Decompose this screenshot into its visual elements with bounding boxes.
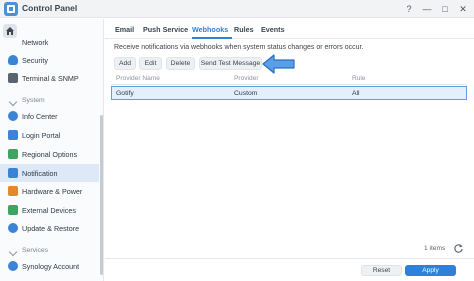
help-icon[interactable]: ? [402, 2, 416, 16]
sidebar-item-info-center[interactable]: Info Center [0, 107, 99, 125]
terminal-icon [8, 73, 18, 83]
cell-provider-name: Gotify [116, 90, 134, 97]
title-bar: Control Panel ? — □ ✕ [0, 0, 474, 18]
sidebar-item-external-devices[interactable]: External Devices [0, 201, 99, 219]
sidebar-item-login-portal[interactable]: Login Portal [0, 126, 99, 144]
column-header-provider-name[interactable]: Provider Name [116, 75, 160, 82]
regional-icon [8, 149, 18, 159]
sidebar-item-synology-account[interactable]: Synology Account [0, 257, 99, 275]
sidebar-item-label: Network [22, 38, 49, 47]
tab-bar: Email Push Service Webhooks Rules Events [105, 19, 474, 39]
sidebar-item-label: Info Center [22, 112, 58, 121]
add-button[interactable]: Add [114, 57, 136, 70]
reset-button[interactable]: Reset [361, 265, 402, 276]
power-icon [8, 186, 18, 196]
control-panel-icon [4, 2, 18, 16]
refresh-icon[interactable] [453, 243, 464, 254]
sidebar-item-network[interactable]: Network [0, 33, 99, 51]
delete-button[interactable]: Delete [166, 57, 195, 70]
sidebar-scrollbar[interactable] [100, 115, 103, 275]
minimize-icon[interactable]: — [420, 2, 434, 16]
sidebar-item-label: Update & Restore [22, 224, 80, 233]
external-devices-icon [8, 205, 18, 215]
sidebar-item-label: Regional Options [22, 150, 78, 159]
apply-button[interactable]: Apply [405, 265, 456, 276]
login-portal-icon [8, 130, 18, 140]
cell-provider: Custom [234, 90, 258, 97]
close-icon[interactable]: ✕ [456, 2, 470, 16]
table-row[interactable]: Gotify Custom All [111, 86, 467, 100]
tab-events[interactable]: Events [261, 25, 285, 34]
table-header: Provider Name Provider Rule [111, 74, 467, 85]
sidebar-item-label: Terminal & SNMP [22, 74, 79, 83]
sidebar-item-regional-options[interactable]: Regional Options [0, 145, 99, 163]
sidebar-item-security[interactable]: Security [0, 51, 99, 69]
info-icon [8, 111, 18, 121]
cell-rule: All [352, 90, 360, 97]
tab-email[interactable]: Email [115, 25, 134, 34]
sidebar-item-hardware-power[interactable]: Hardware & Power [0, 182, 99, 200]
column-header-provider[interactable]: Provider [234, 75, 259, 82]
column-header-rule[interactable]: Rule [352, 75, 366, 82]
items-count: 1 items [424, 245, 446, 252]
sidebar-item-label: Synology Account [22, 262, 80, 271]
sidebar-item-update-restore[interactable]: Update & Restore [0, 219, 99, 237]
shield-icon [8, 55, 18, 65]
sidebar-item-label: Hardware & Power [22, 187, 83, 196]
sidebar-item-notification[interactable]: Notification [0, 164, 99, 182]
tab-webhooks[interactable]: Webhooks [192, 25, 228, 34]
sidebar-item-terminal[interactable]: Terminal & SNMP [0, 69, 99, 87]
account-icon [8, 261, 18, 271]
edit-button[interactable]: Edit [139, 57, 162, 70]
sidebar-item-label: External Devices [22, 206, 76, 215]
window-title: Control Panel [22, 3, 78, 13]
sidebar-item-label: Notification [22, 169, 58, 178]
sidebar-item-label: Login Portal [22, 131, 61, 140]
active-tab-indicator [192, 37, 232, 39]
pointer-arrow-icon [262, 54, 295, 74]
section-label: System [22, 97, 45, 104]
send-test-message-button[interactable]: Send Test Message [199, 57, 262, 70]
section-label: Services [22, 247, 49, 254]
update-icon [8, 223, 18, 233]
sidebar: Network Security Terminal & SNMP System … [0, 19, 104, 281]
sidebar-item-label: Security [22, 56, 48, 65]
webhooks-description: Receive notifications via webhooks when … [114, 44, 364, 51]
maximize-icon[interactable]: □ [438, 2, 452, 16]
tab-push-service[interactable]: Push Service [143, 25, 188, 34]
tab-rules[interactable]: Rules [234, 25, 254, 34]
notification-icon [8, 168, 18, 178]
